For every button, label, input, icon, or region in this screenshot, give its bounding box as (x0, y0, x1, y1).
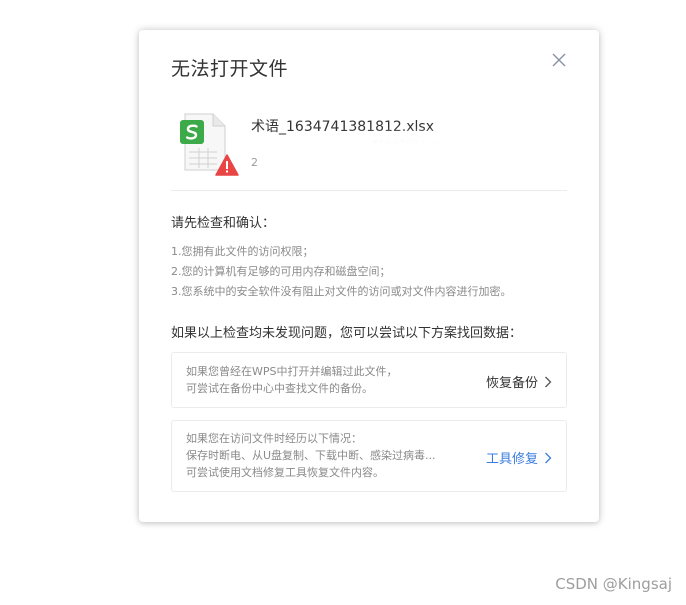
file-info: 术语_1634741381812.xlsx 41381812.xl 2 (171, 110, 589, 180)
repair-tool-label: 工具修复 (485, 452, 538, 467)
description-line: 如果您曾经在WPS中打开并编辑过此文件， (186, 365, 398, 378)
chevron-right-icon (545, 452, 552, 463)
open-file-error-dialog: 无法打开文件 术语_1634741381812.xlsx 41381812.xl… (139, 30, 599, 522)
description-line: 如果您在访问文件时经历以下情况： (186, 432, 362, 445)
description-line: 保存时断电、从U盘复制、下载中断、感染过病毒... (186, 449, 436, 462)
check-list: 1.您拥有此文件的访问权限； 2.您的计算机有足够的可用内存和磁盘空间； 3.您… (171, 242, 512, 302)
close-button[interactable] (545, 46, 573, 74)
file-name: 术语_1634741381812.xlsx (251, 119, 434, 135)
check-item: 1.您拥有此文件的访问权限； (171, 245, 314, 258)
close-icon (552, 53, 566, 67)
file-time: 2 (251, 156, 258, 169)
chevron-right-icon (545, 376, 552, 387)
watermark: CSDN @Kingsaj (555, 575, 672, 593)
restore-backup-button[interactable]: 恢复备份 (486, 372, 552, 391)
repair-tool-card: 如果您在访问文件时经历以下情况： 保存时断电、从U盘复制、下载中断、感染过病毒.… (171, 420, 567, 492)
repair-tool-button[interactable]: 工具修复 (486, 448, 552, 467)
check-item: 2.您的计算机有足够的可用内存和磁盘空间； (171, 265, 391, 278)
description-line: 可尝试使用文档修复工具恢复文件内容。 (186, 466, 384, 479)
file-path-visible: 41381812.xl (371, 138, 441, 151)
warning-icon (215, 154, 239, 176)
check-title: 请先检查和确认： (171, 216, 276, 231)
file-path: 41381812.xl (251, 138, 440, 151)
recover-backup-description: 如果您曾经在WPS中打开并编辑过此文件， 可尝试在备份中心中查找文件的备份。 (186, 363, 398, 397)
description-line: 可尝试在备份中心中查找文件的备份。 (186, 382, 373, 395)
recover-title: 如果以上检查均未发现问题，您可以尝试以下方案找回数据： (171, 326, 523, 341)
recover-backup-card: 如果您曾经在WPS中打开并编辑过此文件， 可尝试在备份中心中查找文件的备份。 恢… (171, 352, 567, 408)
check-item: 3.您系统中的安全软件没有阻止对文件的访问或对文件内容进行加密。 (171, 285, 512, 298)
divider (171, 190, 567, 191)
dialog-title: 无法打开文件 (171, 58, 289, 80)
repair-tool-description: 如果您在访问文件时经历以下情况： 保存时断电、从U盘复制、下载中断、感染过病毒.… (186, 430, 436, 481)
restore-backup-label: 恢复备份 (485, 376, 538, 391)
